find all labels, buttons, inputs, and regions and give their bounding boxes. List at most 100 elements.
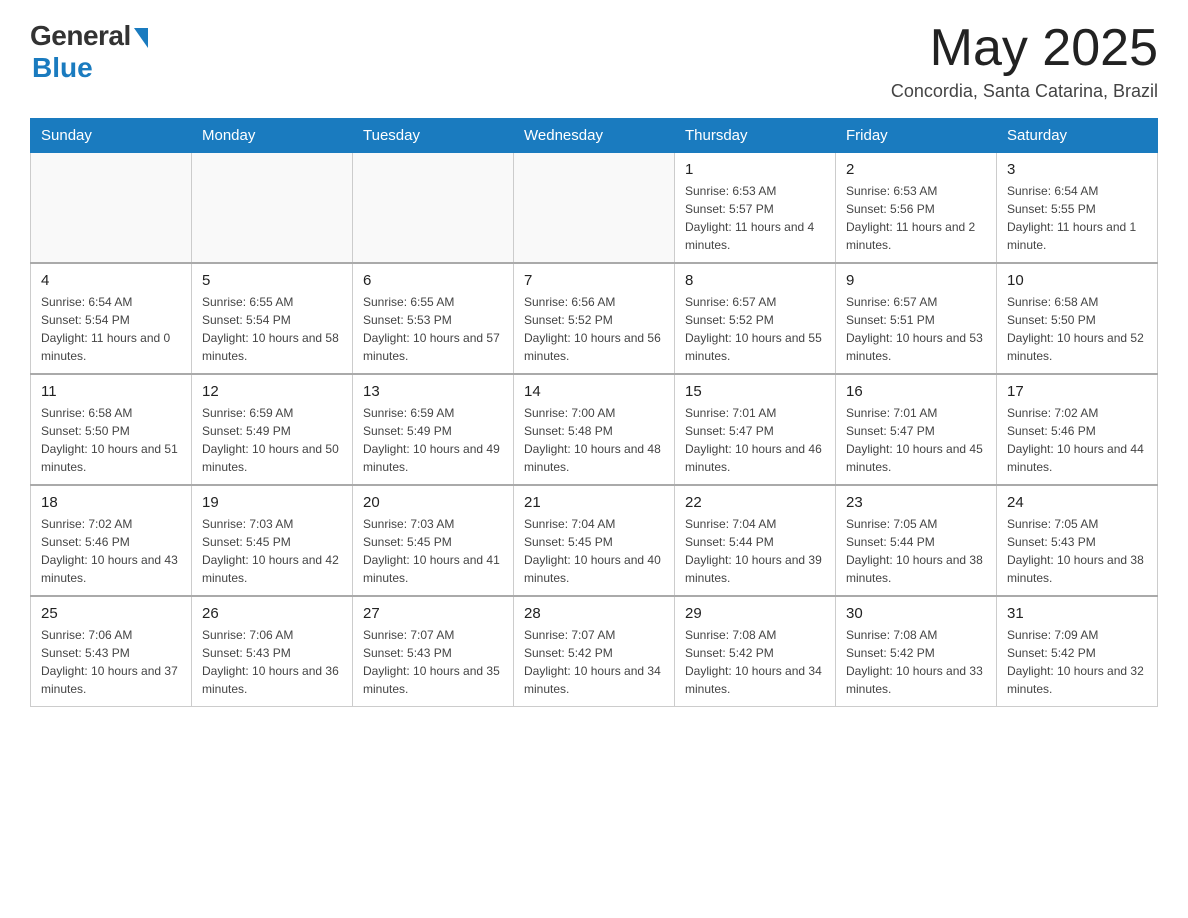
day-number: 30 — [846, 605, 986, 622]
day-info: Sunrise: 7:03 AMSunset: 5:45 PMDaylight:… — [202, 515, 342, 587]
calendar-cell: 16 Sunrise: 7:01 AMSunset: 5:47 PMDayligh… — [836, 374, 997, 485]
calendar-cell: 25 Sunrise: 7:06 AMSunset: 5:43 PMDayligh… — [31, 596, 192, 707]
calendar-cell — [192, 153, 353, 264]
calendar-cell: 27 Sunrise: 7:07 AMSunset: 5:43 PMDayligh… — [353, 596, 514, 707]
calendar-header-friday: Friday — [836, 119, 997, 153]
day-info: Sunrise: 6:58 AMSunset: 5:50 PMDaylight:… — [41, 404, 181, 476]
day-info: Sunrise: 6:57 AMSunset: 5:51 PMDaylight:… — [846, 293, 986, 365]
day-number: 26 — [202, 605, 342, 622]
calendar-cell: 1Sunrise: 6:53 AMSunset: 5:57 PMDaylight… — [675, 153, 836, 264]
day-number: 21 — [524, 494, 664, 511]
calendar-header-thursday: Thursday — [675, 119, 836, 153]
day-number: 9 — [846, 272, 986, 289]
day-number: 23 — [846, 494, 986, 511]
calendar-cell: 24 Sunrise: 7:05 AMSunset: 5:43 PMDayligh… — [997, 485, 1158, 596]
logo-blue-text: Blue — [32, 52, 93, 84]
logo: General Blue — [30, 20, 148, 84]
title-section: May 2025 Concordia, Santa Catarina, Braz… — [891, 20, 1158, 102]
day-info: Sunrise: 7:09 AMSunset: 5:42 PMDaylight:… — [1007, 626, 1147, 698]
calendar-cell: 31 Sunrise: 7:09 AMSunset: 5:42 PMDayligh… — [997, 596, 1158, 707]
day-info: Sunrise: 6:56 AMSunset: 5:52 PMDaylight:… — [524, 293, 664, 365]
calendar-header-monday: Monday — [192, 119, 353, 153]
calendar-cell — [31, 153, 192, 264]
month-title: May 2025 — [891, 20, 1158, 77]
day-info: Sunrise: 7:05 AMSunset: 5:43 PMDaylight:… — [1007, 515, 1147, 587]
day-info: Sunrise: 6:54 AMSunset: 5:54 PMDaylight:… — [41, 293, 181, 365]
day-number: 16 — [846, 383, 986, 400]
day-number: 31 — [1007, 605, 1147, 622]
calendar-cell: 18 Sunrise: 7:02 AMSunset: 5:46 PMDayligh… — [31, 485, 192, 596]
day-number: 17 — [1007, 383, 1147, 400]
day-info: Sunrise: 7:08 AMSunset: 5:42 PMDaylight:… — [685, 626, 825, 698]
day-info: Sunrise: 7:06 AMSunset: 5:43 PMDaylight:… — [202, 626, 342, 698]
calendar-cell: 22 Sunrise: 7:04 AMSunset: 5:44 PMDayligh… — [675, 485, 836, 596]
calendar-header-tuesday: Tuesday — [353, 119, 514, 153]
day-info: Sunrise: 7:01 AMSunset: 5:47 PMDaylight:… — [846, 404, 986, 476]
day-info: Sunrise: 6:53 AMSunset: 5:56 PMDaylight:… — [846, 182, 986, 254]
calendar-cell: 11 Sunrise: 6:58 AMSunset: 5:50 PMDayligh… — [31, 374, 192, 485]
day-info: Sunrise: 7:02 AMSunset: 5:46 PMDaylight:… — [1007, 404, 1147, 476]
day-number: 27 — [363, 605, 503, 622]
calendar-cell: 30 Sunrise: 7:08 AMSunset: 5:42 PMDayligh… — [836, 596, 997, 707]
day-info: Sunrise: 7:00 AMSunset: 5:48 PMDaylight:… — [524, 404, 664, 476]
day-info: Sunrise: 6:55 AMSunset: 5:53 PMDaylight:… — [363, 293, 503, 365]
calendar-cell: 29Sunrise: 7:08 AMSunset: 5:42 PMDayligh… — [675, 596, 836, 707]
day-info: Sunrise: 7:06 AMSunset: 5:43 PMDaylight:… — [41, 626, 181, 698]
calendar-cell: 5 Sunrise: 6:55 AMSunset: 5:54 PMDaylight… — [192, 263, 353, 374]
day-info: Sunrise: 6:58 AMSunset: 5:50 PMDaylight:… — [1007, 293, 1147, 365]
day-info: Sunrise: 6:55 AMSunset: 5:54 PMDaylight:… — [202, 293, 342, 365]
day-number: 6 — [363, 272, 503, 289]
day-number: 19 — [202, 494, 342, 511]
day-info: Sunrise: 7:04 AMSunset: 5:44 PMDaylight:… — [685, 515, 825, 587]
calendar-cell: 12 Sunrise: 6:59 AMSunset: 5:49 PMDayligh… — [192, 374, 353, 485]
day-number: 10 — [1007, 272, 1147, 289]
day-number: 1 — [685, 161, 825, 178]
day-info: Sunrise: 7:08 AMSunset: 5:42 PMDaylight:… — [846, 626, 986, 698]
calendar-week-row: 1Sunrise: 6:53 AMSunset: 5:57 PMDaylight… — [31, 153, 1158, 264]
calendar-cell: 2 Sunrise: 6:53 AMSunset: 5:56 PMDaylight… — [836, 153, 997, 264]
day-number: 12 — [202, 383, 342, 400]
calendar-header-sunday: Sunday — [31, 119, 192, 153]
calendar-cell — [514, 153, 675, 264]
day-number: 24 — [1007, 494, 1147, 511]
logo-triangle-icon — [134, 28, 148, 48]
location-text: Concordia, Santa Catarina, Brazil — [891, 81, 1158, 102]
calendar-header-saturday: Saturday — [997, 119, 1158, 153]
calendar-cell: 10 Sunrise: 6:58 AMSunset: 5:50 PMDayligh… — [997, 263, 1158, 374]
day-number: 28 — [524, 605, 664, 622]
day-info: Sunrise: 6:54 AMSunset: 5:55 PMDaylight:… — [1007, 182, 1147, 254]
day-number: 2 — [846, 161, 986, 178]
calendar-week-row: 4Sunrise: 6:54 AMSunset: 5:54 PMDaylight… — [31, 263, 1158, 374]
calendar-cell: 3 Sunrise: 6:54 AMSunset: 5:55 PMDaylight… — [997, 153, 1158, 264]
calendar-week-row: 11 Sunrise: 6:58 AMSunset: 5:50 PMDayligh… — [31, 374, 1158, 485]
calendar-cell: 20 Sunrise: 7:03 AMSunset: 5:45 PMDayligh… — [353, 485, 514, 596]
day-info: Sunrise: 7:02 AMSunset: 5:46 PMDaylight:… — [41, 515, 181, 587]
day-number: 11 — [41, 383, 181, 400]
day-info: Sunrise: 7:03 AMSunset: 5:45 PMDaylight:… — [363, 515, 503, 587]
day-number: 18 — [41, 494, 181, 511]
day-number: 3 — [1007, 161, 1147, 178]
day-info: Sunrise: 7:04 AMSunset: 5:45 PMDaylight:… — [524, 515, 664, 587]
calendar-week-row: 18 Sunrise: 7:02 AMSunset: 5:46 PMDayligh… — [31, 485, 1158, 596]
day-number: 25 — [41, 605, 181, 622]
day-number: 7 — [524, 272, 664, 289]
day-info: Sunrise: 7:07 AMSunset: 5:42 PMDaylight:… — [524, 626, 664, 698]
day-info: Sunrise: 6:59 AMSunset: 5:49 PMDaylight:… — [202, 404, 342, 476]
calendar-cell: 26 Sunrise: 7:06 AMSunset: 5:43 PMDayligh… — [192, 596, 353, 707]
day-number: 5 — [202, 272, 342, 289]
day-info: Sunrise: 7:05 AMSunset: 5:44 PMDaylight:… — [846, 515, 986, 587]
calendar-cell: 8 Sunrise: 6:57 AMSunset: 5:52 PMDaylight… — [675, 263, 836, 374]
calendar-cell: 4Sunrise: 6:54 AMSunset: 5:54 PMDaylight… — [31, 263, 192, 374]
calendar-cell: 23 Sunrise: 7:05 AMSunset: 5:44 PMDayligh… — [836, 485, 997, 596]
day-info: Sunrise: 7:07 AMSunset: 5:43 PMDaylight:… — [363, 626, 503, 698]
day-info: Sunrise: 6:59 AMSunset: 5:49 PMDaylight:… — [363, 404, 503, 476]
day-number: 20 — [363, 494, 503, 511]
day-number: 8 — [685, 272, 825, 289]
day-info: Sunrise: 7:01 AMSunset: 5:47 PMDaylight:… — [685, 404, 825, 476]
day-number: 15 — [685, 383, 825, 400]
calendar-cell: 28 Sunrise: 7:07 AMSunset: 5:42 PMDayligh… — [514, 596, 675, 707]
calendar-header-row: SundayMondayTuesdayWednesdayThursdayFrid… — [31, 119, 1158, 153]
day-info: Sunrise: 6:57 AMSunset: 5:52 PMDaylight:… — [685, 293, 825, 365]
day-number: 22 — [685, 494, 825, 511]
calendar-cell — [353, 153, 514, 264]
